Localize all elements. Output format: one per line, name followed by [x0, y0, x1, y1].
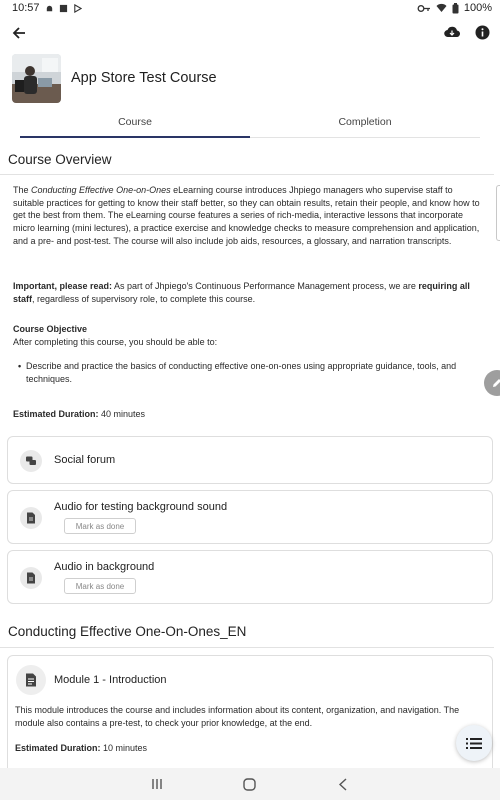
back-button[interactable]	[8, 22, 30, 44]
course-content[interactable]: Course Overview The Conducting Effective…	[0, 140, 500, 768]
info-icon	[475, 25, 489, 39]
objective-heading: Course Objective	[13, 324, 88, 334]
info-button[interactable]	[472, 22, 492, 42]
status-time: 10:57	[12, 2, 40, 14]
list-icon	[466, 737, 482, 749]
activity-name: Audio in background	[54, 561, 155, 573]
module-card[interactable]: Module 1 - Introduction This module intr…	[7, 655, 493, 768]
mark-as-done-button[interactable]: Mark as done	[64, 518, 136, 534]
status-bar: 10:57 100%	[0, 0, 500, 16]
wifi-icon	[436, 3, 447, 12]
summary-paragraph-1: The Conducting Effective One-on-Ones eLe…	[13, 185, 480, 246]
course-image	[12, 53, 61, 103]
arrow-back-icon	[12, 27, 25, 39]
android-icon	[46, 5, 52, 11]
course-tabs: Course Completion	[20, 108, 480, 138]
notification-square-icon	[59, 4, 67, 12]
download-button[interactable]	[442, 22, 462, 42]
bullet-icon: •	[18, 361, 22, 371]
mark-as-done-button[interactable]: Mark as done	[64, 578, 136, 594]
app-bar	[0, 16, 500, 52]
home-icon	[243, 777, 257, 791]
recent-apps-button[interactable]	[142, 772, 172, 796]
activity-name: Social forum	[54, 454, 116, 466]
file-icon	[20, 567, 42, 589]
section-divider	[0, 174, 494, 175]
home-button[interactable]	[235, 772, 265, 796]
vpn-key-icon	[417, 4, 430, 12]
file-icon	[20, 507, 42, 529]
activity-audio-background[interactable]: Audio in background Mark as done	[7, 550, 493, 604]
summary-paragraph-2: Important, please read: As part of Jhpie…	[13, 281, 470, 304]
module-duration: Estimated Duration: 10 minutes	[15, 743, 148, 753]
activity-audio-testing[interactable]: Audio for testing background sound Mark …	[7, 490, 493, 544]
module-name: Module 1 - Introduction	[54, 674, 167, 686]
course-title: App Store Test Course	[71, 70, 217, 86]
tab-completion[interactable]: Completion	[250, 108, 480, 137]
forum-icon	[20, 450, 42, 472]
battery-percent: 100%	[463, 2, 492, 14]
activity-name: Audio for testing background sound	[54, 501, 228, 513]
section-title-overview: Course Overview	[8, 152, 112, 167]
activity-social-forum[interactable]: Social forum	[7, 436, 493, 484]
objective-intro: After completing this course, you should…	[13, 337, 218, 347]
objective-bullet: • Describe and practice the basics of co…	[18, 361, 457, 384]
cloud-download-icon	[444, 26, 460, 38]
section-title-module: Conducting Effective One-On-Ones_EN	[8, 624, 247, 639]
chevron-left-icon	[339, 777, 347, 791]
course-header: App Store Test Course	[12, 52, 488, 104]
section-divider	[0, 647, 494, 648]
estimated-duration: Estimated Duration: 40 minutes	[13, 409, 146, 419]
system-back-button[interactable]	[328, 772, 358, 796]
tab-course[interactable]: Course	[20, 108, 250, 138]
scroll-handle[interactable]	[496, 185, 500, 241]
page-icon	[16, 665, 46, 695]
pencil-icon	[493, 379, 500, 387]
play-store-icon	[73, 3, 82, 13]
battery-icon	[452, 2, 459, 13]
system-nav-bar	[0, 768, 500, 800]
course-index-button[interactable]	[456, 725, 492, 761]
recent-apps-icon	[151, 779, 162, 789]
module-description: This module introduces the course and in…	[15, 705, 460, 728]
